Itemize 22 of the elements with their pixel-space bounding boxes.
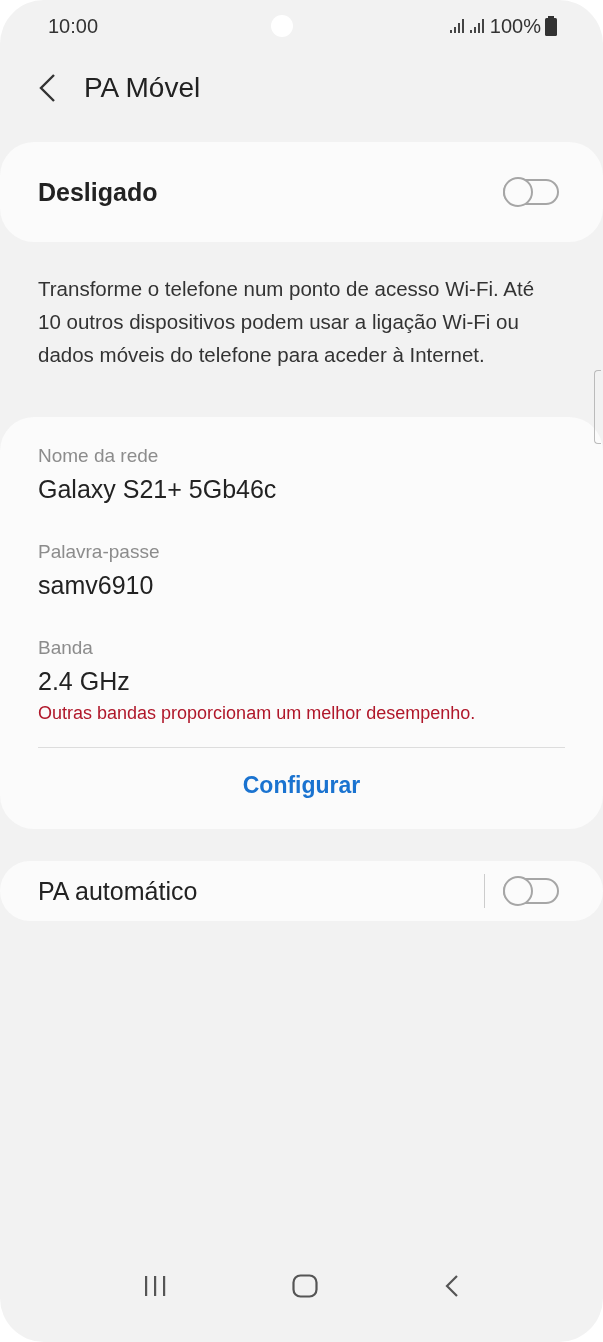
configure-button[interactable]: Configurar — [222, 748, 381, 829]
back-icon[interactable] — [444, 1274, 461, 1298]
switch-label: PA automático — [38, 876, 199, 906]
setting-value: Galaxy S21+ 5Gb46c — [38, 474, 278, 505]
setting-label: Banda — [38, 636, 94, 660]
description-text: Transforme o telefone num ponto de acesso Wi-Fi. Até 10 outros dispositivos podem usar a ligação Wi-Fi ou dados móveis do telefone para aceder à Internet. — [38, 276, 536, 368]
setting-label: Palavra-passe — [38, 540, 161, 564]
battery-percent: 100% — [489, 14, 541, 38]
signal-icon — [449, 18, 486, 34]
setting-label: Nome da rede — [38, 444, 160, 468]
auto-hotspot-toggle[interactable] — [503, 876, 561, 906]
setting-value: 2.4 GHz — [38, 666, 131, 697]
recent-apps-icon[interactable] — [142, 1275, 167, 1297]
battery-icon — [545, 16, 557, 36]
hotspot-toggle[interactable] — [503, 177, 561, 207]
back-icon[interactable] — [38, 73, 56, 103]
home-icon[interactable] — [292, 1274, 319, 1298]
clock: 10:00 — [48, 14, 99, 38]
page-title: PA Móvel — [84, 72, 201, 104]
setting-value: samv6910 — [38, 570, 155, 601]
warning-text: Outras bandas proporcionam um melhor desempenho. — [38, 702, 477, 725]
switch-label: Desligado — [38, 177, 159, 207]
